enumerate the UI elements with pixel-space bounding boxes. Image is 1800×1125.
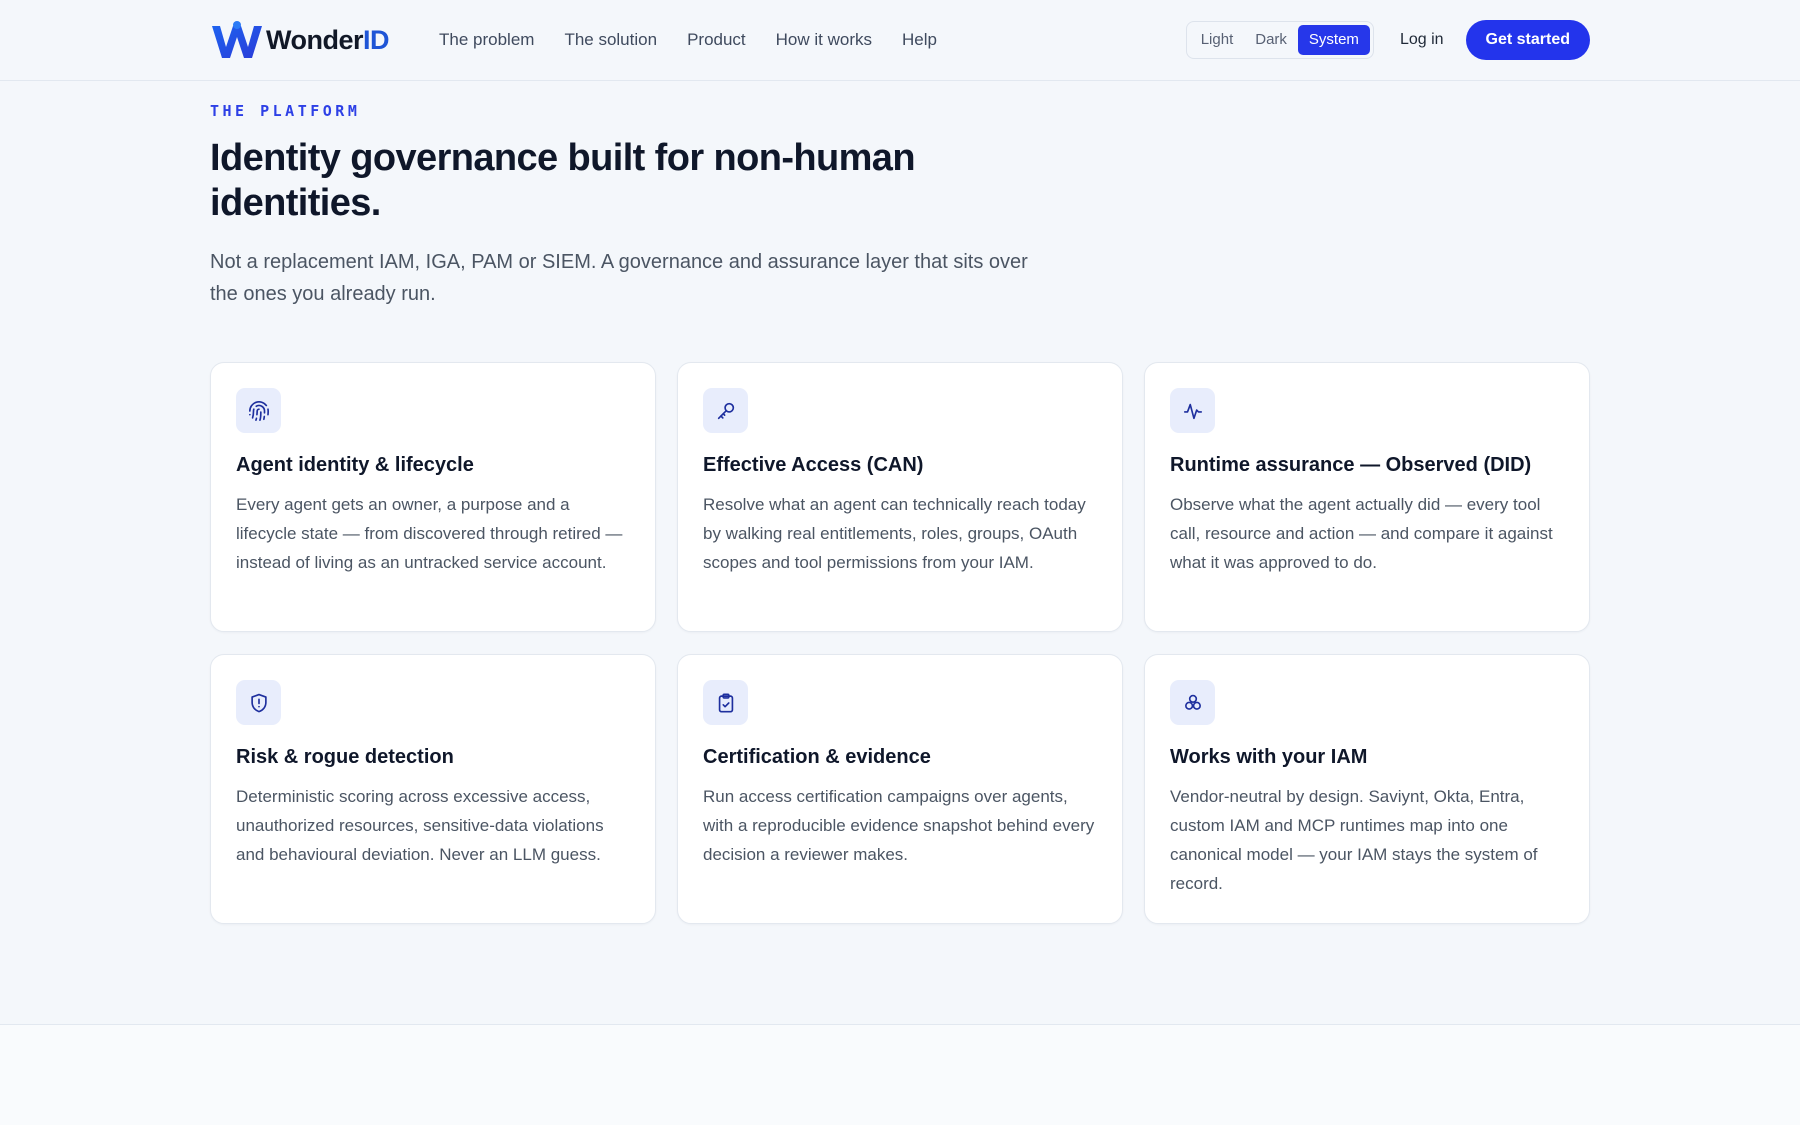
feature-icon-box	[703, 680, 748, 725]
logo[interactable]: WonderID	[210, 20, 390, 60]
nav-link-how-it-works[interactable]: How it works	[776, 30, 872, 50]
wonderid-logo-icon	[212, 21, 262, 58]
main-nav: The problem The solution Product How it …	[439, 30, 937, 50]
feature-card-runtime-assurance: Runtime assurance — Observed (DID) Obser…	[1144, 362, 1590, 632]
theme-option-light[interactable]: Light	[1190, 25, 1245, 55]
feature-icon-box	[1170, 388, 1215, 433]
feature-card-description: Observe what the agent actually did — ev…	[1170, 495, 1553, 572]
feature-card-title: Risk & rogue detection	[236, 746, 454, 768]
feature-card-title: Agent identity & lifecycle	[236, 454, 474, 476]
page-subtitle: Not a replacement IAM, IGA, PAM or SIEM.…	[210, 251, 1028, 305]
feature-icon-box	[703, 388, 748, 433]
feature-card-description: Resolve what an agent can technically re…	[703, 495, 1086, 572]
nav-link-help[interactable]: Help	[902, 30, 937, 50]
activity-icon	[1183, 403, 1202, 419]
boxes-icon	[1184, 694, 1201, 710]
key-icon	[717, 402, 734, 419]
next-section-band	[0, 1024, 1800, 1125]
feature-card-iam-integration: Works with your IAM Vendor-neutral by de…	[1144, 654, 1590, 924]
nav-link-the-solution[interactable]: The solution	[564, 30, 657, 50]
theme-option-dark[interactable]: Dark	[1244, 25, 1298, 55]
logo-text-main: Wonder	[266, 24, 364, 55]
site-header: WonderID The problem The solution Produc…	[0, 0, 1800, 81]
feature-card-title: Runtime assurance — Observed (DID)	[1170, 454, 1532, 476]
theme-option-system[interactable]: System	[1297, 25, 1370, 55]
feature-card-risk-detection: Risk & rogue detection Deterministic sco…	[210, 654, 656, 924]
feature-icon-box	[236, 388, 281, 433]
logo-text: WonderID	[266, 24, 390, 56]
feature-card-agent-identity: Agent identity & lifecycle Every agent g…	[210, 362, 656, 632]
feature-cards: Agent identity & lifecycle Every agent g…	[210, 362, 1590, 924]
feature-card-title: Works with your IAM	[1170, 746, 1368, 768]
feature-card-description: Vendor-neutral by design. Saviynt, Okta,…	[1170, 787, 1538, 893]
shield-alert-icon	[250, 693, 267, 712]
theme-toggle: Light Dark System	[1185, 21, 1374, 59]
login-link[interactable]: Log in	[1400, 31, 1444, 49]
feature-icon-box	[1170, 680, 1215, 725]
feature-icon-box	[236, 680, 281, 725]
feature-card-title: Effective Access (CAN)	[703, 454, 924, 476]
logo-text-accent: ID	[363, 24, 390, 55]
feature-card-description: Deterministic scoring across excessive a…	[236, 787, 604, 864]
feature-card-description: Run access certification campaigns over …	[703, 787, 1095, 864]
page-title: Identity governance built for non-human …	[210, 137, 916, 224]
nav-link-the-problem[interactable]: The problem	[439, 30, 534, 50]
feature-card-certification: Certification & evidence Run access cert…	[677, 654, 1123, 924]
feature-card-description: Every agent gets an owner, a purpose and…	[236, 495, 623, 572]
fingerprint-icon	[248, 400, 269, 421]
header-inner: WonderID The problem The solution Produc…	[210, 0, 1590, 80]
section-eyebrow: THE PLATFORM	[210, 102, 361, 120]
clipboard-check-icon	[718, 692, 733, 713]
get-started-button[interactable]: Get started	[1465, 20, 1590, 60]
nav-link-product[interactable]: Product	[687, 30, 746, 50]
feature-card-effective-access: Effective Access (CAN) Resolve what an a…	[677, 362, 1123, 632]
feature-card-title: Certification & evidence	[703, 746, 931, 768]
